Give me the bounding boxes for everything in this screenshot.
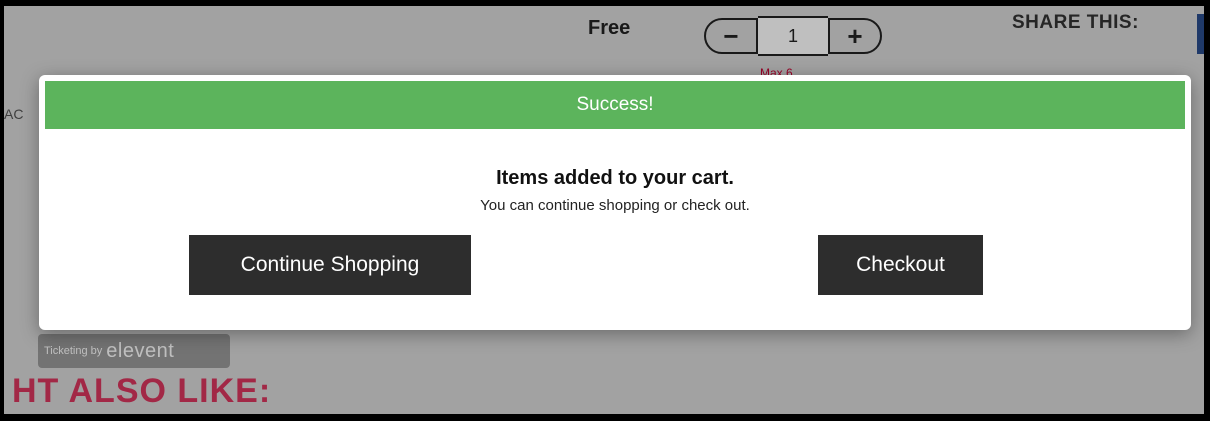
checkout-button[interactable]: Checkout: [818, 235, 983, 295]
price-label: Free: [588, 17, 631, 39]
modal-heading: Items added to your cart.: [496, 167, 734, 189]
also-like-heading: HT ALSO LIKE:: [12, 372, 272, 410]
left-edge-text: AC: [4, 106, 24, 122]
modal-subtext: You can continue shopping or check out.: [480, 197, 750, 214]
continue-shopping-button[interactable]: Continue Shopping: [189, 235, 471, 295]
quantity-stepper: − 1 +: [704, 15, 882, 57]
ticketing-prefix: Ticketing by: [44, 345, 103, 357]
elevent-logo: elevent: [106, 339, 175, 362]
share-button[interactable]: [1197, 14, 1204, 54]
ticketing-badge[interactable]: Ticketing by elevent: [38, 334, 230, 368]
increase-quantity-button[interactable]: +: [828, 18, 882, 54]
product-page: Free − 1 + Max 6 SHARE THIS: AC Ticketin…: [4, 6, 1204, 414]
modal-header: Success!: [45, 81, 1185, 129]
success-modal: Success! Items added to your cart. You c…: [39, 75, 1191, 330]
share-label: SHARE THIS:: [1012, 12, 1139, 33]
quantity-value[interactable]: 1: [758, 16, 828, 56]
decrease-quantity-button[interactable]: −: [704, 18, 758, 54]
